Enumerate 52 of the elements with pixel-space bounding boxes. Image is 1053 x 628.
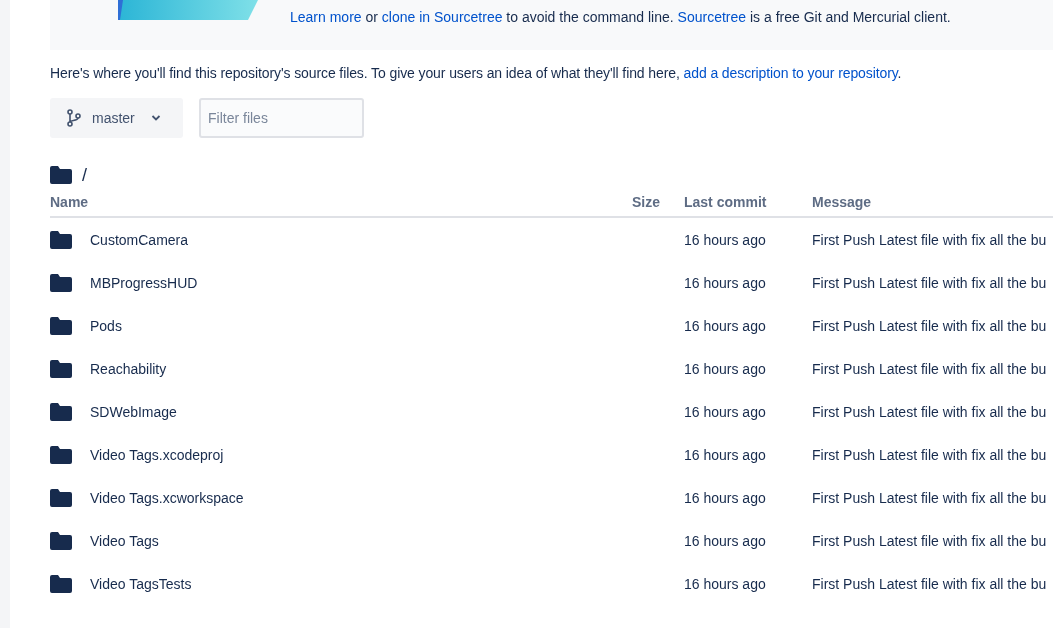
folder-icon (50, 273, 72, 292)
table-cell: First Push Latest file with fix all the bu (812, 403, 1047, 420)
table-cell-text: 16 hours ago (684, 489, 767, 506)
folder-link[interactable]: Video Tags (90, 532, 159, 549)
folder-icon (50, 359, 72, 378)
table-cell-text: 16 hours ago (684, 575, 767, 592)
table-cell-text: 16 hours ago (684, 360, 767, 377)
folder-icon (50, 574, 72, 593)
table-cell: First Push Latest file with fix all the bu (812, 489, 1047, 506)
table-cell: First Push Latest file with fix all the bu (812, 532, 1047, 549)
folder-icon (50, 445, 72, 464)
folder-icon (50, 531, 72, 550)
folder-link[interactable]: MBProgressHUD (90, 274, 198, 291)
table-cell: First Push Latest file with fix all the bu (812, 446, 1047, 463)
folder-icon (50, 230, 72, 249)
folder-link[interactable]: Video Tags.xcworkspace (90, 489, 244, 506)
folder-icon (50, 316, 72, 335)
table-cell-text: 16 hours ago (684, 317, 767, 334)
link[interactable]: add a description to your repository (683, 65, 898, 81)
folder-link[interactable]: Reachability (90, 360, 167, 377)
table-cell: First Push Latest file with fix all the bu (812, 360, 1047, 377)
column-header: Size (631, 194, 660, 210)
banner-text: Learn more or clone in Sourcetree to avoid the command line. Sourcetree is a free Git and Mercurial client. (290, 8, 951, 26)
folder-link[interactable]: Video Tags.xcodeproj (90, 446, 224, 463)
column-header: Message (812, 194, 872, 210)
folder-icon (50, 166, 72, 184)
branch-icon (66, 109, 82, 127)
filter-field[interactable]: Filter files (199, 98, 364, 138)
intro-text: Here's where you'll find this repository's source files. To give your users an idea of what they'll find here, add a description to your repository. (50, 64, 903, 82)
link[interactable]: clone in Sourcetree (381, 9, 503, 25)
branch-dropdown[interactable]: master (50, 98, 183, 138)
folder-link[interactable]: CustomCamera (90, 231, 189, 248)
folder-link[interactable]: SDWebImage (90, 403, 177, 420)
caret-icon (150, 115, 161, 121)
column-header: Name (50, 194, 90, 210)
table-cell-text: 16 hours ago (684, 403, 767, 420)
folder-link[interactable]: Video TagsTests (90, 575, 192, 592)
table-cell: First Push Latest file with fix all the bu (812, 575, 1047, 592)
link[interactable]: Sourcetree (677, 9, 747, 25)
path-text[interactable]: / (82, 164, 87, 186)
link[interactable]: Learn more (290, 9, 362, 25)
table-cell: First Push Latest file with fix all the bu (812, 231, 1047, 248)
table-cell-text: 16 hours ago (684, 532, 767, 549)
folder-icon (50, 402, 72, 421)
table-cell: First Push Latest file with fix all the bu (812, 317, 1047, 334)
table-cell-text: 16 hours ago (684, 274, 767, 291)
table-cell: First Push Latest file with fix all the bu (812, 274, 1047, 291)
table-cell-text: 16 hours ago (684, 231, 767, 248)
folder-link[interactable]: Pods (90, 317, 122, 334)
table-cell-text: 16 hours ago (684, 446, 767, 463)
folder-icon (50, 488, 72, 507)
column-header: Last commit (684, 194, 768, 210)
